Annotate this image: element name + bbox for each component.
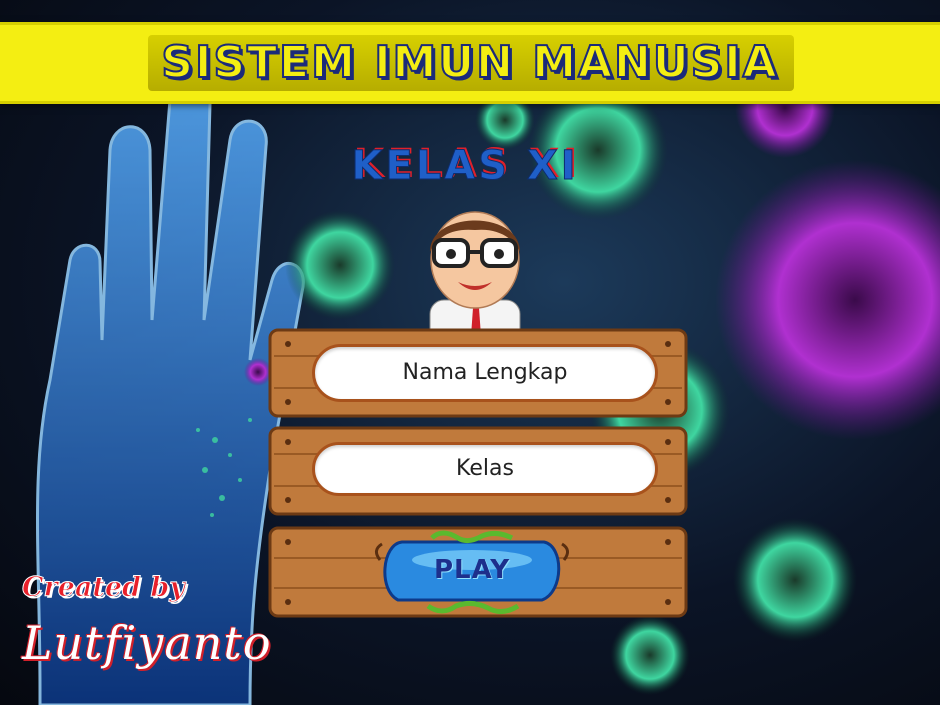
title-bar: SISTEM IMUN MANUSIA [0, 22, 940, 104]
purple-virus-1 [715, 160, 940, 440]
class-input[interactable]: Kelas [312, 442, 658, 496]
play-button[interactable]: PLAY [372, 530, 572, 618]
game-title: SISTEM IMUN MANUSIA [160, 36, 779, 89]
green-virus-6 [610, 615, 690, 695]
green-virus-3 [733, 518, 857, 642]
author-name: Lutfiyanto [22, 616, 272, 670]
green-virus-1 [285, 210, 395, 320]
hand-shape [36, 78, 305, 705]
play-button-label: PLAY [433, 555, 511, 585]
grade-subtitle: KELAS XI [351, 143, 579, 190]
credit-label: Created by [22, 572, 186, 604]
full-name-input[interactable]: Nama Lengkap [312, 344, 658, 402]
